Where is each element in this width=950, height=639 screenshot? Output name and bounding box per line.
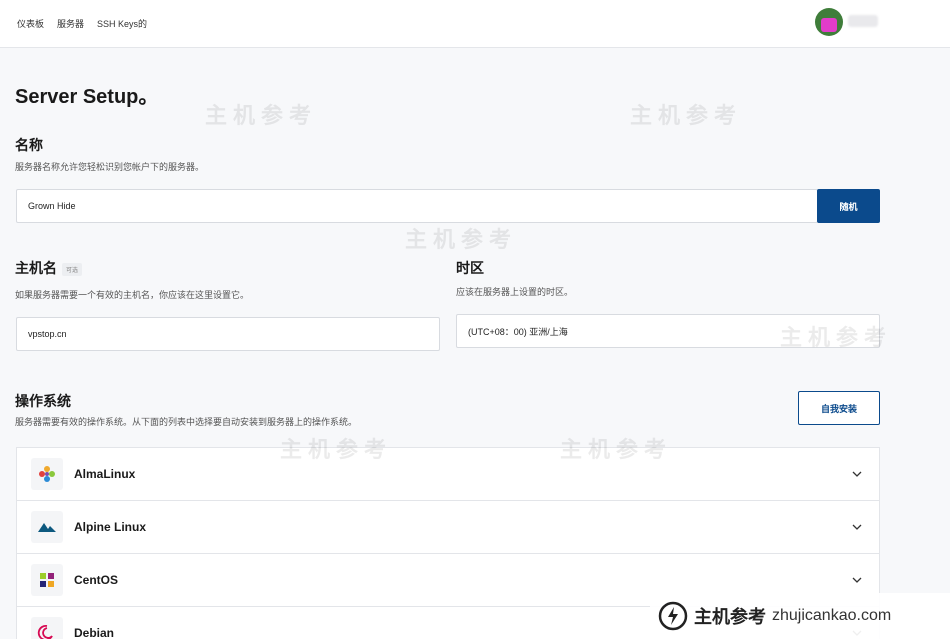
os-item-alpine[interactable]: Alpine Linux: [17, 501, 879, 554]
page-title: Server Setup。: [15, 86, 159, 108]
nav-ssh-keys[interactable]: SSH Keys的: [97, 17, 147, 30]
optional-badge: 可选: [62, 262, 83, 276]
server-name-value: Grown Hide: [28, 201, 76, 211]
footer-watermark-text: 主机参考: [694, 607, 766, 627]
os-name: CentOS: [74, 573, 119, 587]
alpine-icon: [31, 511, 63, 543]
watermark-text: 主机参考: [405, 227, 518, 252]
chevron-down-icon: [852, 471, 862, 477]
os-name: Debian: [74, 626, 115, 639]
timezone-select[interactable]: (UTC+08：00) 亚洲/上海: [456, 314, 880, 348]
centos-icon: [31, 564, 63, 596]
watermark: 主机参考: [630, 98, 742, 130]
hostname-input[interactable]: vpstop.cn: [16, 317, 440, 351]
lightning-logo-icon: [658, 601, 688, 631]
random-name-button[interactable]: 随机: [817, 189, 880, 223]
watermark: 主机参考: [405, 222, 517, 254]
footer-watermark-domain: zhujicankao.com: [772, 607, 892, 624]
username-blurred: [848, 15, 878, 27]
os-name: AlmaLinux: [74, 467, 136, 481]
hostname-title-text: 主机名: [15, 260, 57, 276]
name-section-title: 名称: [15, 137, 43, 153]
main-nav: 仪表板 服务器 SSH Keys的: [17, 17, 147, 30]
watermark: 主机参考: [205, 98, 317, 130]
server-name-input[interactable]: Grown Hide: [16, 189, 818, 223]
nav-servers[interactable]: 服务器: [57, 17, 84, 30]
self-install-button[interactable]: 自我安装: [798, 391, 880, 425]
hostname-value: vpstop.cn: [28, 329, 67, 339]
footer-watermark: 主机参考 zhujicankao.com: [650, 593, 950, 639]
os-name: Alpine Linux: [74, 520, 146, 534]
top-nav-bar: 仪表板 服务器 SSH Keys的: [0, 0, 950, 48]
almalinux-icon: [31, 458, 63, 490]
os-section-title: 操作系统: [15, 393, 71, 409]
name-section-description: 服务器名称允许您轻松识别您帐户下的服务器。: [15, 162, 205, 172]
watermark-text: 主机参考: [630, 103, 743, 128]
chevron-down-icon: [852, 524, 862, 530]
os-section-description: 服务器需要有效的操作系统。从下面的列表中选择要自动安装到服务器上的操作系统。: [15, 417, 358, 427]
timezone-value: (UTC+08：00) 亚洲/上海: [468, 326, 568, 337]
hostname-section-description: 如果服务器需要一个有效的主机名，你应该在这里设置它。: [15, 290, 250, 300]
timezone-section-title: 时区: [456, 260, 484, 276]
nav-dashboard[interactable]: 仪表板: [17, 17, 44, 30]
avatar[interactable]: [815, 8, 843, 36]
timezone-section-description: 应该在服务器上设置的时区。: [456, 287, 574, 297]
debian-icon: [31, 617, 63, 639]
watermark-text: 主机参考: [205, 103, 318, 128]
os-item-almalinux[interactable]: AlmaLinux: [17, 448, 879, 501]
hostname-section-title: 主机名 可选: [15, 258, 83, 278]
chevron-down-icon: [852, 577, 862, 583]
